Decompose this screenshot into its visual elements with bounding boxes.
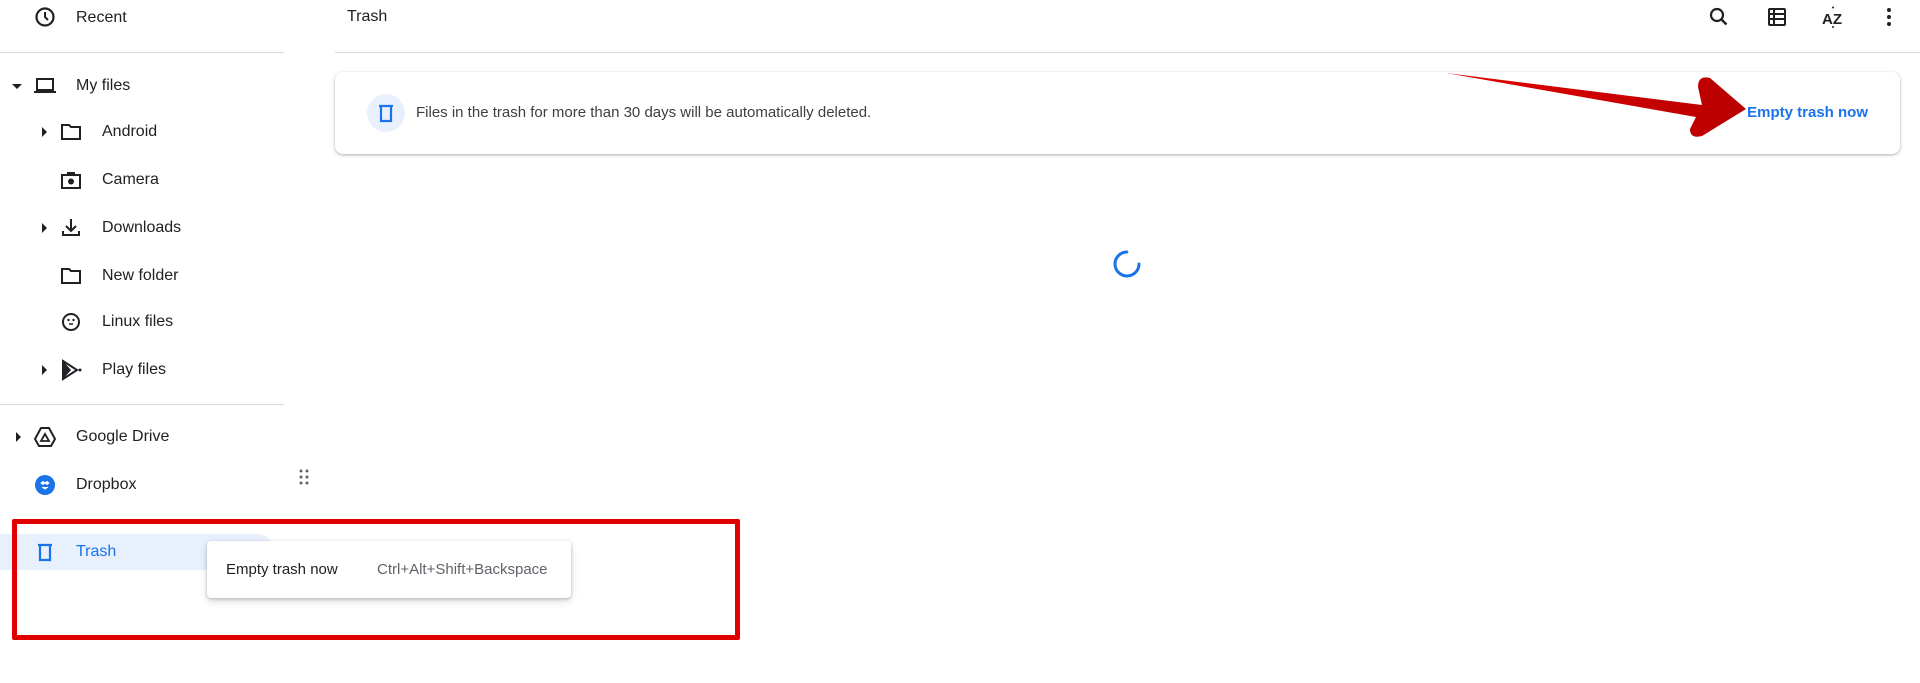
sidebar-item-new-folder[interactable]: New folder (0, 258, 284, 294)
divider (0, 404, 284, 405)
clock-icon (35, 7, 55, 27)
loading-spinner-icon (1113, 250, 1141, 278)
sidebar-item-label: Camera (102, 171, 159, 188)
sidebar-item-camera[interactable]: Camera (0, 162, 284, 198)
sidebar-item-label: Downloads (102, 219, 182, 236)
chevron-right-icon[interactable] (42, 365, 47, 375)
sidebar-item-label: Recent (76, 9, 127, 26)
sidebar-item-downloads[interactable]: Downloads (0, 210, 284, 246)
sort-az-icon[interactable]: AZ (1821, 5, 1845, 29)
chevron-right-icon[interactable] (16, 432, 21, 442)
sidebar-item-play-files[interactable]: Play files (0, 352, 284, 388)
more-vert-icon[interactable] (1877, 5, 1901, 29)
chevron-right-icon[interactable] (42, 127, 47, 137)
svg-text:AZ: AZ (1822, 11, 1842, 28)
sidebar-item-label: Play files (102, 361, 167, 378)
sidebar-item-label: Linux files (102, 313, 174, 330)
sidebar-item-label: Dropbox (76, 476, 137, 493)
annotation-highlight-box (12, 519, 740, 640)
dropbox-icon (35, 475, 55, 495)
sidebar-item-android[interactable]: Android (0, 114, 284, 150)
search-icon[interactable] (1707, 5, 1731, 29)
annotation-arrow-icon (1446, 73, 1746, 137)
download-icon (62, 219, 80, 236)
sidebar-item-label: Android (102, 123, 158, 140)
banner-message: Files in the trash for more than 30 days… (416, 104, 872, 121)
penguin-icon (62, 313, 80, 331)
chevron-right-icon[interactable] (42, 223, 47, 233)
page-title: Trash (347, 8, 388, 25)
play-icon (62, 359, 82, 381)
folder-icon (61, 268, 81, 284)
list-view-icon[interactable] (1765, 5, 1789, 29)
sidebar-item-label: My files (76, 77, 131, 94)
sidebar-item-recent[interactable]: Recent (0, 0, 284, 36)
divider (0, 52, 284, 53)
sidebar-item-label: Google Drive (76, 428, 170, 445)
sidebar-item-linux-files[interactable]: Linux files (0, 304, 284, 340)
folder-icon (61, 124, 81, 140)
header-divider (335, 52, 1920, 53)
trash-icon (379, 104, 393, 123)
drive-icon (33, 427, 57, 447)
sidebar-item-label: New folder (102, 267, 179, 284)
drag-handle-icon[interactable] (298, 468, 310, 486)
sidebar-item-my-files[interactable]: My files (0, 68, 284, 104)
empty-trash-now-button[interactable]: Empty trash now (1747, 104, 1868, 121)
chevron-down-icon[interactable] (12, 84, 22, 89)
sidebar-item-dropbox[interactable]: Dropbox (0, 467, 284, 503)
laptop-icon (34, 78, 56, 93)
camera-icon (61, 172, 81, 189)
sidebar-item-google-drive[interactable]: Google Drive (0, 419, 284, 455)
banner-icon-circle (367, 94, 405, 132)
